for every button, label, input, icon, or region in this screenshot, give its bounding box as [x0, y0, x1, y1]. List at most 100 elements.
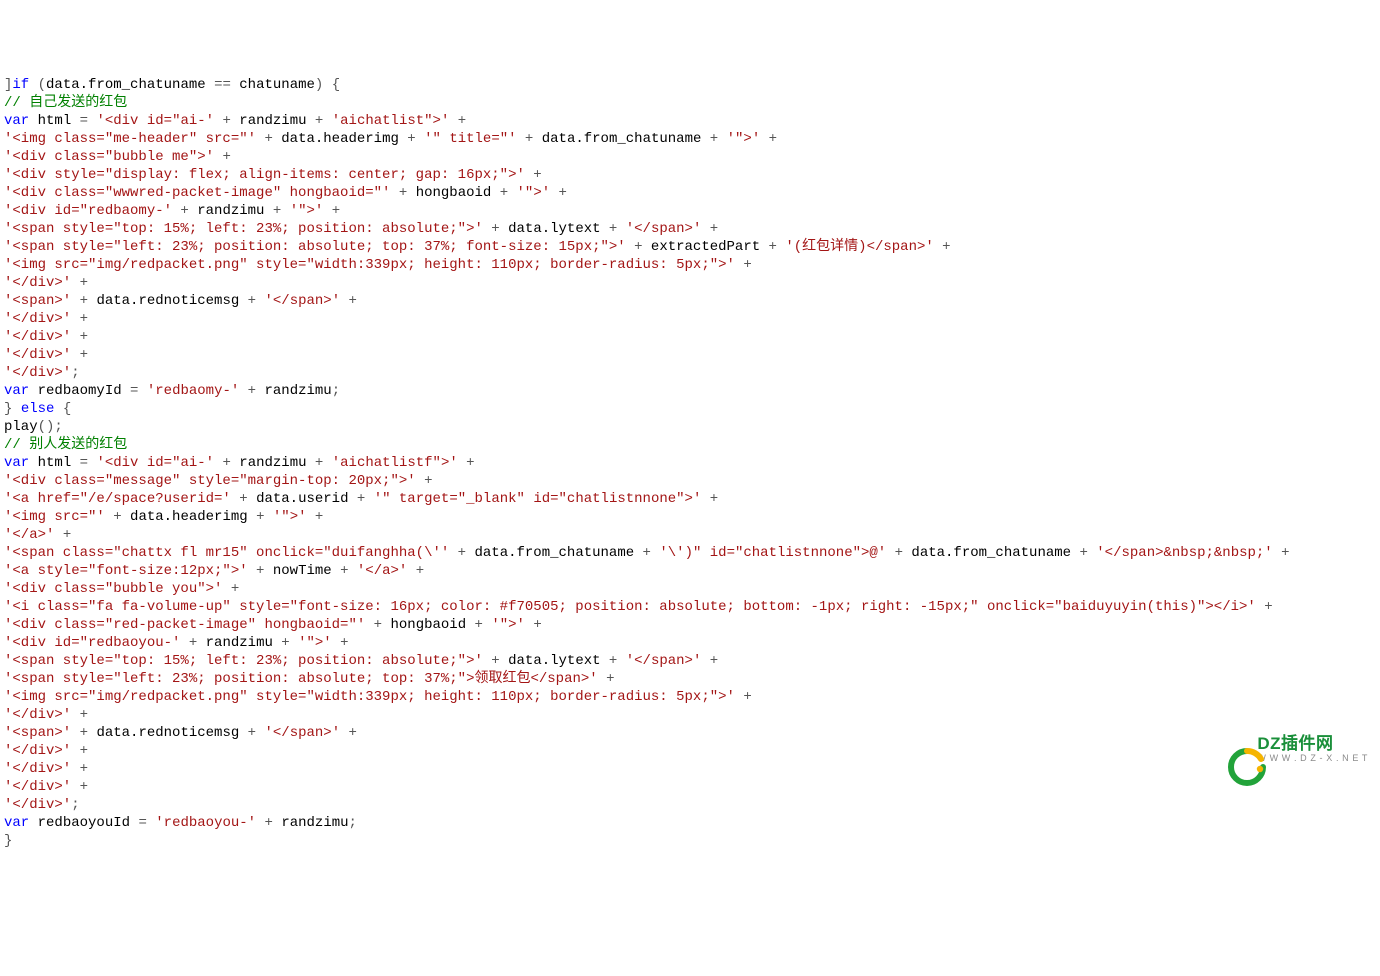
code-token-pn: + [239, 725, 264, 741]
code-token-pn: + [214, 149, 231, 165]
code-token-str: '<div class="bubble you">' [4, 581, 222, 597]
code-line: '<a style="font-size:12px;">' + nowTime … [4, 562, 1376, 580]
code-token-kw: else [21, 401, 55, 417]
code-token-pn: + [71, 275, 88, 291]
code-token-id: data.from_chatuname [911, 545, 1071, 561]
code-token-pn: + [222, 581, 239, 597]
code-line: ]if (data.from_chatuname == chatuname) { [4, 76, 1376, 94]
code-token-pn: + [214, 455, 239, 471]
code-token-pn: + [399, 131, 424, 147]
code-token-pn: + [449, 113, 466, 129]
code-token-str: '<div id="ai-' [96, 113, 214, 129]
code-token-str: '</div>' [4, 761, 71, 777]
code-token-str: '<span>' [4, 725, 71, 741]
code-token-pn: + [332, 563, 357, 579]
code-line: '</div>' + [4, 346, 1376, 364]
code-token-str: '" target="_blank" id="chatlistnnone">' [374, 491, 702, 507]
code-token-id: play [4, 419, 38, 435]
code-token-pn: + [634, 545, 659, 561]
code-line: } [4, 832, 1376, 850]
code-token-id: randzimu [239, 113, 306, 129]
code-line: // 别人发送的红包 [4, 436, 1376, 454]
code-line: '<a href="/e/space?userid=' + data.useri… [4, 490, 1376, 508]
code-token-pn: = [122, 383, 147, 399]
code-token-pn: + [239, 293, 264, 309]
code-token-id: data.from_chatuname [542, 131, 702, 147]
code-token-id: redbaoyouId [38, 815, 130, 831]
code-token-pn: ; [349, 815, 357, 831]
code-token-str: '</div>' [4, 365, 71, 381]
code-token-pn: + [71, 779, 88, 795]
code-token-pn: = [71, 113, 96, 129]
code-token-str: '<a href="/e/space?userid=' [4, 491, 231, 507]
code-token-pn: + [550, 185, 567, 201]
code-token-pn: == [206, 77, 240, 93]
code-token-pn: + [239, 383, 264, 399]
code-token-str: '<img src="' [4, 509, 105, 525]
code-token-str: '(红包详情)</span>' [785, 239, 933, 255]
code-token-pn: + [172, 203, 197, 219]
code-token-str: '</div>' [4, 779, 71, 795]
code-token-kw: if [12, 77, 29, 93]
code-line: '</div>' + [4, 778, 1376, 796]
code-line: '</div>' + [4, 742, 1376, 760]
code-line: '<span>' + data.rednoticemsg + '</span>'… [4, 724, 1376, 742]
code-token-pn: + [598, 671, 615, 687]
code-token-pn: + [735, 257, 752, 273]
code-token-id: data.headerimg [281, 131, 399, 147]
code-token-pn: } [4, 833, 12, 849]
code-line: '<span style="left: 23%; position: absol… [4, 670, 1376, 688]
code-token-pn: + [701, 131, 726, 147]
code-token-str: '<img src="img/redpacket.png" style="wid… [4, 257, 735, 273]
code-token-pn: + [264, 203, 289, 219]
code-token-str: '<span style="left: 23%; position: absol… [4, 239, 626, 255]
code-token-pn: + [365, 617, 390, 633]
code-token-str: '</span>' [626, 221, 702, 237]
code-line: '<span style="left: 23%; position: absol… [4, 238, 1376, 256]
code-token-pn: { [54, 401, 71, 417]
code-token-str: '<span>' [4, 293, 71, 309]
code-token-id: data.lytext [508, 653, 600, 669]
code-token-id: randzimu [265, 383, 332, 399]
code-line: '</div>' + [4, 760, 1376, 778]
code-token-pn: + [1256, 599, 1273, 615]
code-token-pn: + [214, 113, 239, 129]
code-token-pn: + [71, 329, 88, 345]
code-token-pn: + [407, 563, 424, 579]
code-token-id: data.from_chatuname [475, 545, 635, 561]
site-watermark: DZ插件网 W W W . D Z - X . N E T [1211, 729, 1368, 769]
code-token-str: '">' [273, 509, 307, 525]
code-token-pn: + [105, 509, 130, 525]
code-token-id: redbaomyId [38, 383, 122, 399]
code-line: // 自己发送的红包 [4, 94, 1376, 112]
code-line: var html = '<div id="ai-' + randzimu + '… [4, 454, 1376, 472]
code-token-pn: + [466, 617, 491, 633]
code-token-pn: + [735, 689, 752, 705]
code-token-str: '">' [491, 617, 525, 633]
code-line: '<span>' + data.rednoticemsg + '</span>'… [4, 292, 1376, 310]
code-token-pn [29, 113, 37, 129]
code-line: var redbaomyId = 'redbaomy-' + randzimu; [4, 382, 1376, 400]
code-token-str: '<span class="chattx fl mr15" onclick="d… [4, 545, 449, 561]
code-token-pn: + [525, 167, 542, 183]
code-token-str: '<div class="red-packet-image" hongbaoid… [4, 617, 365, 633]
code-line: '<div style="display: flex; align-items:… [4, 166, 1376, 184]
code-token-pn: + [180, 635, 205, 651]
logo-icon [1211, 729, 1251, 769]
code-token-pn: + [323, 203, 340, 219]
code-token-id: data.rednoticemsg [96, 725, 239, 741]
code-token-id: hongbaoid [390, 617, 466, 633]
code-line: '<img src="img/redpacket.png" style="wid… [4, 256, 1376, 274]
code-token-str: '<a style="font-size:12px;">' [4, 563, 248, 579]
code-token-str: '<div id="redbaoyou-' [4, 635, 180, 651]
code-token-pn: + [701, 491, 718, 507]
code-token-id: html [38, 455, 72, 471]
code-token-str: '</span>' [626, 653, 702, 669]
code-token-pn: + [483, 221, 508, 237]
code-line: '<div id="redbaomy-' + randzimu + '">' + [4, 202, 1376, 220]
code-token-pn: ; [71, 797, 79, 813]
code-line: '</a>' + [4, 526, 1376, 544]
code-line: } else { [4, 400, 1376, 418]
code-token-pn: + [340, 725, 357, 741]
code-token-str: '<div style="display: flex; align-items:… [4, 167, 525, 183]
